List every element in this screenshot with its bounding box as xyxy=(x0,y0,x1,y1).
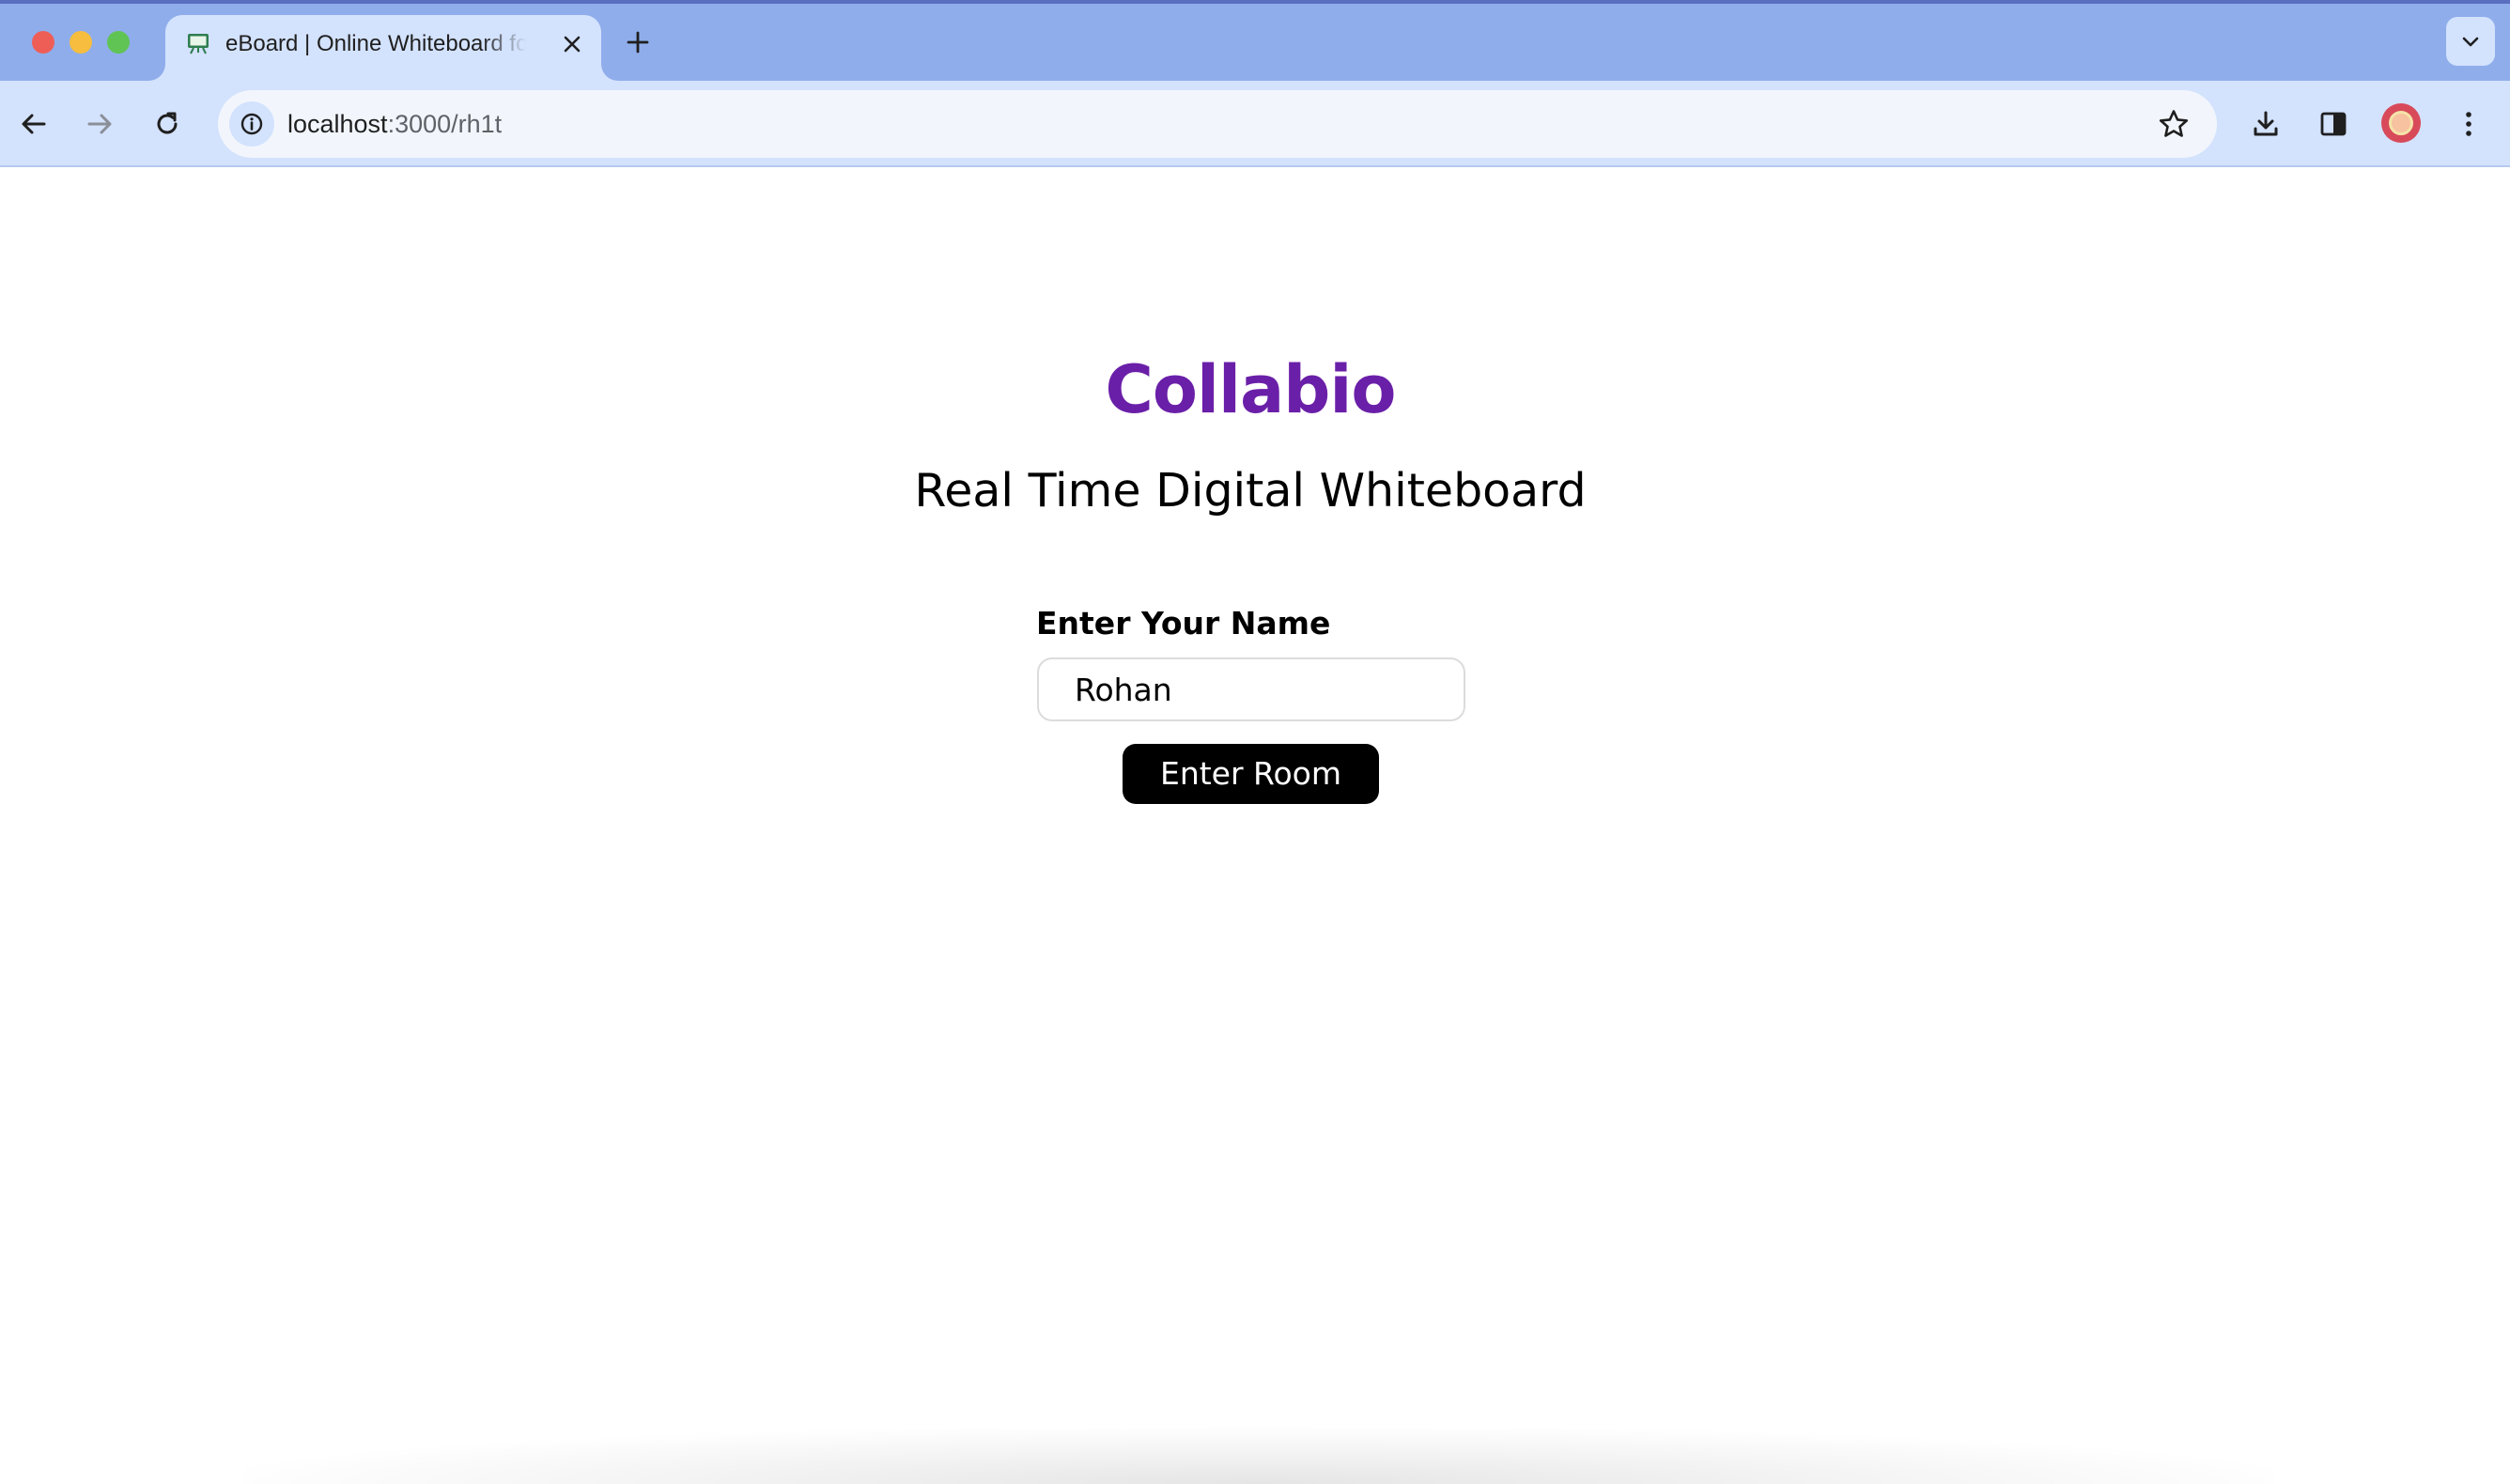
whiteboard-icon xyxy=(186,31,210,55)
side-panel-icon[interactable] xyxy=(2309,100,2358,148)
chevron-down-icon[interactable] xyxy=(2446,17,2495,66)
star-icon[interactable] xyxy=(2155,105,2192,143)
active-tab[interactable]: eBoard | Online Whiteboard for Collabora… xyxy=(165,15,601,81)
avatar-face xyxy=(2389,111,2413,135)
page-body: Collabio Real Time Digital Whiteboard En… xyxy=(0,169,2510,1484)
page-subtitle: Real Time Digital Whiteboard xyxy=(914,464,1587,518)
name-input[interactable] xyxy=(1037,657,1465,721)
close-window-button[interactable] xyxy=(32,31,54,54)
back-arrow-icon[interactable] xyxy=(9,100,58,148)
tab-strip: eBoard | Online Whiteboard for Collabora… xyxy=(0,0,2510,81)
maximize-window-button[interactable] xyxy=(107,31,130,54)
close-icon[interactable] xyxy=(556,28,588,60)
reload-icon[interactable] xyxy=(143,100,192,148)
window-top-edge xyxy=(0,0,2510,4)
enter-room-button[interactable]: Enter Room xyxy=(1123,744,1379,804)
forward-arrow-icon[interactable] xyxy=(75,100,124,148)
url-text[interactable]: localhost:3000/rh1t xyxy=(287,107,502,141)
url-host: localhost xyxy=(287,110,388,138)
bottom-shadow xyxy=(244,1428,2273,1484)
kebab-menu-icon[interactable] xyxy=(2444,100,2493,148)
minimize-window-button[interactable] xyxy=(70,31,92,54)
avatar[interactable] xyxy=(2381,103,2421,143)
address-bar[interactable]: localhost:3000/rh1t xyxy=(218,90,2217,158)
download-icon[interactable] xyxy=(2241,100,2290,148)
name-label: Enter Your Name xyxy=(1036,605,1331,642)
info-icon[interactable] xyxy=(229,101,274,147)
tab-title: eBoard | Online Whiteboard for Collabora… xyxy=(225,31,526,56)
browser-toolbar: localhost:3000/rh1t xyxy=(0,81,2510,167)
brand-title: Collabio xyxy=(1105,351,1397,428)
plus-icon[interactable] xyxy=(620,24,656,60)
url-path: :3000/rh1t xyxy=(387,110,503,138)
